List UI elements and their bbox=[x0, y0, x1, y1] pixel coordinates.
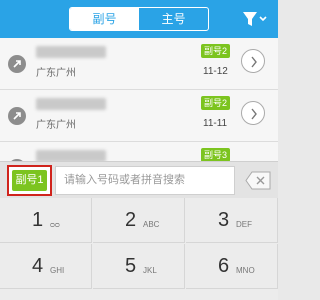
sim-badge: 副号2 bbox=[201, 96, 231, 110]
key-5[interactable]: 5 JKL bbox=[93, 244, 185, 289]
call-location: 广东广州 bbox=[36, 120, 76, 131]
tab-secondary-number[interactable]: 副号 bbox=[70, 8, 139, 30]
key-3[interactable]: 3 DEF bbox=[186, 198, 278, 243]
sim-segmented-control: 副号 主号 bbox=[69, 7, 209, 31]
outgoing-call-icon bbox=[8, 55, 26, 73]
list-item[interactable]: 广东广州 副号2 11-11 bbox=[0, 90, 278, 142]
call-date: 11-11 bbox=[203, 118, 228, 129]
top-bar: 副号 主号 bbox=[0, 0, 278, 38]
key-1[interactable]: 1 ᴑᴑ bbox=[0, 198, 92, 243]
outgoing-call-icon bbox=[8, 107, 26, 125]
blurred-phone-number bbox=[36, 98, 106, 110]
list-item[interactable]: 副号3 bbox=[0, 142, 278, 161]
key-6[interactable]: 6 MNO bbox=[186, 244, 278, 289]
call-log-list: 广东广州 副号2 11-12 广东广州 副号2 11-11 副号3 bbox=[0, 38, 278, 161]
search-input[interactable]: 请输入号码或者拼音搜索 bbox=[55, 166, 235, 195]
key-4[interactable]: 4 GHI bbox=[0, 244, 92, 289]
key-2[interactable]: 2 ABC bbox=[93, 198, 185, 243]
blurred-phone-number bbox=[36, 46, 106, 58]
sim-badge: 副号3 bbox=[201, 148, 231, 161]
call-date: 11-12 bbox=[203, 66, 228, 77]
voicemail-icon: ᴑᴑ bbox=[50, 220, 60, 229]
list-item[interactable]: 广东广州 副号2 11-12 bbox=[0, 38, 278, 90]
search-bar: 副号1 请输入号码或者拼音搜索 bbox=[0, 161, 278, 198]
sim-selector-label: 副号1 bbox=[12, 170, 47, 191]
details-chevron-icon[interactable] bbox=[241, 49, 265, 73]
sim-selector[interactable]: 副号1 bbox=[7, 165, 52, 196]
blurred-phone-number bbox=[36, 150, 106, 161]
filter-icon[interactable] bbox=[241, 10, 269, 28]
call-location: 广东广州 bbox=[36, 68, 76, 79]
backspace-icon[interactable] bbox=[245, 171, 271, 190]
details-chevron-icon[interactable] bbox=[241, 101, 265, 125]
tab-primary-number[interactable]: 主号 bbox=[139, 8, 208, 30]
dial-keypad: 1 ᴑᴑ 2 ABC 3 DEF 4 GHI 5 JKL 6 MNO bbox=[0, 198, 278, 300]
sim-badge: 副号2 bbox=[201, 44, 231, 58]
